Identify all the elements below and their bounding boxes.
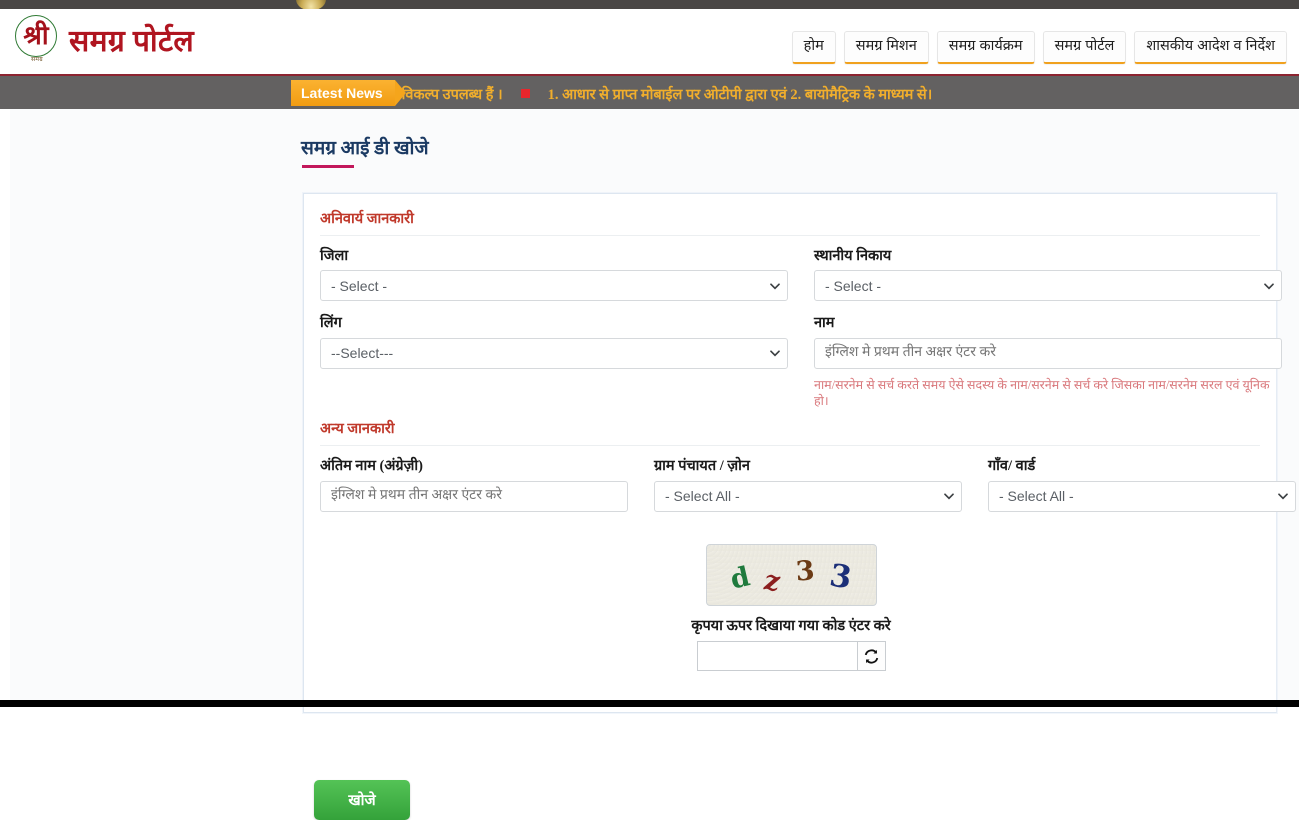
top-utility-bar (0, 0, 1299, 10)
logo-wordmark: समग्र पोर्टल (69, 24, 195, 58)
chevron-down-icon (944, 493, 954, 501)
logo-glyph: श्री (23, 21, 49, 50)
page-left-rail (0, 109, 10, 707)
local-body-select[interactable]: - Select - (814, 270, 1282, 302)
gender-selected-value: --Select--- (331, 345, 394, 362)
name-helper-text: नाम/सरनेम से सर्च करते समय ऐसे सदस्य के … (814, 377, 1270, 409)
refresh-icon[interactable] (856, 641, 886, 671)
captcha-char: 3 (794, 554, 816, 588)
nav-item-samagra-mission[interactable]: समग्र मिशन (843, 31, 929, 64)
captcha-input-row (696, 641, 886, 671)
village-selected-value: - Select All - (999, 488, 1074, 505)
district-label: जिला (320, 248, 349, 264)
main-navigation: होम समग्र मिशन समग्र कार्यक्रम समग्र पोर… (791, 31, 1287, 64)
local-body-label: स्थानीय निकाय (814, 248, 892, 264)
latest-news-bar: Latest News केवाईसी करने के 2 विकल्प उपल… (0, 74, 1299, 109)
nav-item-samagra-programs[interactable]: समग्र कार्यक्रम (936, 31, 1035, 64)
local-body-selected-value: - Select - (825, 277, 882, 294)
last-name-label: अंतिम नाम (अंग्रेज़ी) (320, 458, 423, 475)
captcha-area: d z 3 3 कृपया ऊपर दिखाया गया कोड एंटर कर… (304, 544, 1278, 671)
other-info-block: अन्य जानकारी अंतिम नाम (अंग्रेज़ी) ग्राम… (304, 410, 1296, 512)
panchayat-selected-value: - Select All - (665, 488, 740, 505)
village-label: गाँव/ वार्ड (988, 458, 1036, 475)
search-form-card: अनिवार्य जानकारी जिला - Select - स्थानीय… (303, 193, 1296, 713)
captcha-char: 3 (827, 557, 855, 596)
section-divider (320, 235, 1260, 236)
panchayat-label: ग्राम पंचायत / ज़ोन (654, 458, 750, 475)
page-body: समग्र आई डी खोजे अनिवार्य जानकारी जिला -… (0, 109, 1299, 820)
site-logo[interactable]: श्री समग्र समग्र पोर्टल (12, 14, 194, 69)
last-name-input[interactable] (320, 480, 628, 512)
chevron-down-icon (1278, 493, 1288, 501)
viewport-bottom-edge (0, 700, 1299, 707)
name-label: नाम (814, 315, 835, 332)
news-ticker-segment-2: 1. आधार से प्राप्त मोबाईल पर ओटीपी द्वार… (547, 86, 933, 103)
mandatory-info-block: अनिवार्य जानकारी जिला - Select - स्थानीय… (304, 194, 1282, 410)
district-select[interactable]: - Select - (320, 270, 788, 302)
last-name-field: अंतिम नाम (अंग्रेज़ी) (320, 456, 628, 512)
site-header: श्री समग्र समग्र पोर्टल होम समग्र मिशन स… (0, 9, 1299, 74)
latest-news-badge: Latest News (291, 80, 406, 106)
panchayat-select[interactable]: - Select All - (654, 480, 962, 512)
district-selected-value: - Select - (331, 277, 388, 294)
local-body-field: स्थानीय निकाय - Select - (814, 246, 1282, 302)
captcha-char: z (762, 564, 782, 598)
name-input[interactable] (814, 337, 1282, 369)
mandatory-info-heading: अनिवार्य जानकारी (320, 211, 414, 227)
news-bullet-square-icon (520, 89, 530, 98)
district-field: जिला - Select - (320, 246, 788, 302)
search-button[interactable]: खोजे (314, 780, 410, 820)
gender-label: लिंग (320, 315, 342, 332)
form-row-1: जिला - Select - स्थानीय निकाय - Select - (320, 246, 1282, 302)
gender-field: लिंग --Select--- (320, 313, 788, 410)
captcha-label: कृपया ऊपर दिखाया गया कोड एंटर करे (691, 618, 891, 634)
section-divider (320, 445, 1260, 447)
samagra-emblem-icon: श्री समग्र (12, 14, 60, 69)
other-info-heading: अन्य जानकारी (320, 421, 395, 438)
nav-item-samagra-portal[interactable]: समग्र पोर्टल (1042, 31, 1127, 64)
form-row-2: लिंग --Select--- नाम नाम/सरनेम से सर्च क… (320, 313, 1282, 410)
form-row-3: अंतिम नाम (अंग्रेज़ी) ग्राम पंचायत / ज़ो… (320, 456, 1296, 512)
chevron-down-icon (770, 283, 780, 291)
village-field: गाँव/ वार्ड - Select All - (988, 456, 1296, 512)
village-select[interactable]: - Select All - (988, 480, 1296, 512)
page-title: समग्र आई डी खोजे (301, 138, 429, 159)
captcha-input[interactable] (696, 641, 857, 671)
nav-item-government-orders[interactable]: शासकीय आदेश व निर्देश (1134, 31, 1287, 64)
page-title-underline (302, 165, 354, 168)
chevron-down-icon (770, 350, 780, 358)
news-ticker-text[interactable]: केवाईसी करने के 2 विकल्प उपलब्ध हैं । 1.… (300, 76, 933, 109)
captcha-char: d (727, 560, 754, 596)
chevron-down-icon (1264, 283, 1274, 291)
logo-subtext: समग्र (31, 57, 43, 63)
nav-item-home[interactable]: होम (791, 31, 836, 64)
panchayat-field: ग्राम पंचायत / ज़ोन - Select All - (654, 456, 962, 512)
gender-select[interactable]: --Select--- (320, 337, 788, 369)
name-field: नाम नाम/सरनेम से सर्च करते समय ऐसे सदस्य… (814, 313, 1282, 410)
captcha-image: d z 3 3 (705, 544, 877, 606)
